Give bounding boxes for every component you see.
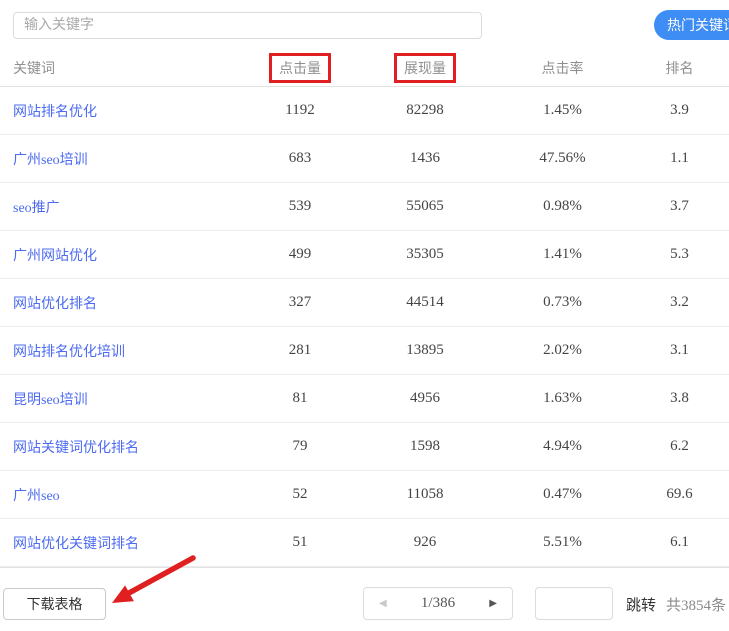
table-row: 广州seo 52 11058 0.47% 69.6 [0, 471, 729, 519]
clicks-value: 683 [288, 150, 312, 166]
keyword-link[interactable]: 网站排名优化培训 [13, 345, 125, 360]
jump-button[interactable]: 跳转 [626, 594, 656, 615]
clicks-value: 52 [292, 486, 308, 502]
ctr-value: 5.51% [543, 534, 582, 550]
impressions-value: 11058 [406, 486, 444, 502]
impressions-value: 1436 [410, 150, 440, 166]
ctr-value: 2.02% [543, 342, 582, 358]
prev-page-icon[interactable]: ◀ [379, 598, 387, 609]
ctr-value: 1.41% [543, 246, 582, 262]
hot-keywords-button[interactable]: 热门关键词 [654, 10, 729, 40]
topbar: 热门关键词 [0, 0, 729, 50]
table-row: seo推广 539 55065 0.98% 3.7 [0, 183, 729, 231]
clicks-value: 281 [288, 342, 312, 358]
rank-value: 69.6 [666, 486, 693, 502]
impressions-value: 1598 [410, 438, 440, 454]
ctr-value: 1.63% [543, 390, 582, 406]
table-header-row: 关键词 点击量 展现量 点击率 排名 [0, 50, 729, 87]
keyword-link[interactable]: 网站排名优化 [13, 105, 97, 120]
impressions-value: 13895 [406, 342, 444, 358]
table-row: 网站排名优化 1192 82298 1.45% 3.9 [0, 87, 729, 135]
clicks-value: 81 [292, 390, 308, 406]
table-row: 网站优化排名 327 44514 0.73% 3.2 [0, 279, 729, 327]
clicks-value: 79 [292, 438, 308, 454]
next-page-icon[interactable]: ▶ [489, 598, 497, 609]
keyword-link[interactable]: 网站优化排名 [13, 297, 97, 312]
table-body: 网站排名优化 1192 82298 1.45% 3.9 广州seo培训 683 … [0, 87, 729, 567]
keyword-link[interactable]: 网站优化关键词排名 [13, 537, 139, 552]
keyword-analytics-page: 热门关键词 关键词 点击量 展现量 点击率 排名 网站排名优化 1192 822… [0, 0, 729, 631]
impressions-value: 44514 [406, 294, 444, 310]
annotation-box-clicks: 点击量 [269, 53, 331, 83]
ctr-value: 47.56% [539, 150, 586, 166]
table-row: 网站排名优化培训 281 13895 2.02% 3.1 [0, 327, 729, 375]
rank-value: 3.8 [670, 390, 689, 406]
rank-value: 3.7 [670, 198, 689, 214]
rank-value: 3.1 [670, 342, 689, 358]
impressions-value: 35305 [406, 246, 444, 262]
rank-value: 3.9 [670, 102, 689, 118]
col-header-rank: 排名 [665, 62, 694, 77]
keyword-link[interactable]: seo推广 [13, 201, 60, 216]
rank-value: 3.2 [670, 294, 689, 310]
table-row: 网站优化关键词排名 51 926 5.51% 6.1 [0, 519, 729, 567]
pagination: ◀ 1/386 ▶ [363, 587, 513, 620]
keyword-link[interactable]: 昆明seo培训 [13, 393, 88, 408]
keyword-link[interactable]: 广州网站优化 [13, 249, 97, 264]
impressions-value: 55065 [406, 198, 444, 214]
table-row: 广州seo培训 683 1436 47.56% 1.1 [0, 135, 729, 183]
ctr-value: 4.94% [543, 438, 582, 454]
ctr-value: 0.47% [543, 486, 582, 502]
col-header-keyword: 关键词 [13, 62, 55, 77]
keyword-search-input[interactable] [13, 12, 482, 39]
rank-value: 6.2 [670, 438, 689, 454]
annotation-box-impressions: 展现量 [394, 53, 456, 83]
keyword-link[interactable]: 网站关键词优化排名 [13, 441, 139, 456]
page-indicator: 1/386 [420, 595, 456, 611]
ctr-value: 0.98% [543, 198, 582, 214]
col-header-impressions: 展现量 [355, 53, 495, 83]
rank-value: 6.1 [670, 534, 689, 550]
table-footer: 下载表格 ◀ 1/386 ▶ 跳转 共3854条 [0, 567, 729, 630]
total-count-label: 共3854条 [666, 598, 727, 614]
download-table-button[interactable]: 下载表格 [3, 588, 106, 620]
table-row: 广州网站优化 499 35305 1.41% 5.3 [0, 231, 729, 279]
clicks-value: 327 [288, 294, 312, 310]
table-row: 网站关键词优化排名 79 1598 4.94% 6.2 [0, 423, 729, 471]
clicks-value: 539 [288, 198, 312, 214]
ctr-value: 1.45% [543, 102, 582, 118]
impressions-value: 82298 [406, 102, 444, 118]
impressions-value: 4956 [410, 390, 440, 406]
clicks-value: 1192 [285, 102, 315, 118]
ctr-value: 0.73% [543, 294, 582, 310]
col-header-ctr: 点击率 [541, 62, 584, 77]
clicks-value: 51 [292, 534, 308, 550]
impressions-value: 926 [413, 534, 437, 550]
jump-page-input[interactable] [535, 587, 613, 620]
clicks-value: 499 [288, 246, 312, 262]
rank-value: 5.3 [670, 246, 689, 262]
keyword-link[interactable]: 广州seo培训 [13, 153, 88, 168]
table-row: 昆明seo培训 81 4956 1.63% 3.8 [0, 375, 729, 423]
keyword-link[interactable]: 广州seo [13, 489, 60, 504]
rank-value: 1.1 [670, 150, 689, 166]
col-header-clicks: 点击量 [245, 53, 355, 83]
